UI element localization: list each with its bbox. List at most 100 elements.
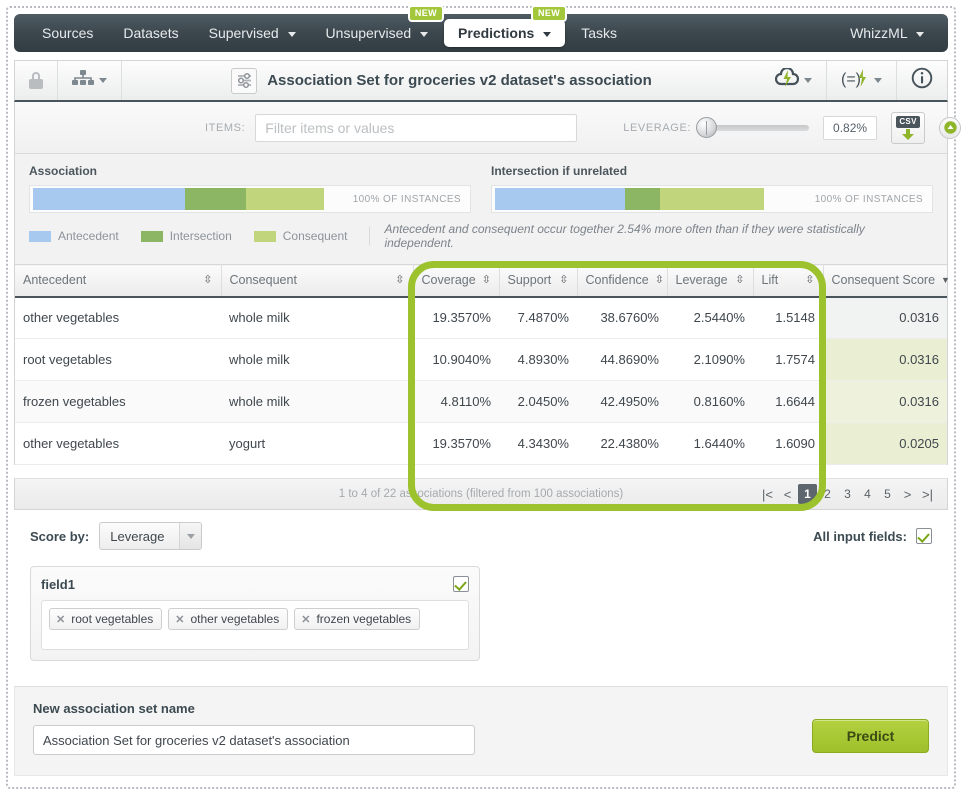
bar-segment-antecedent bbox=[33, 188, 185, 210]
nav-item-supervised[interactable]: Supervised bbox=[195, 19, 310, 47]
token[interactable]: ✕ root vegetables bbox=[49, 608, 163, 630]
col-header-support[interactable]: Support ⇳ bbox=[499, 264, 578, 298]
download-csv-button[interactable]: CSV bbox=[891, 111, 926, 144]
associations-table: Antecedent ⇳ Consequent ⇳ Coverage ⇳ Suppor… bbox=[15, 264, 950, 465]
col-header-consequent[interactable]: Consequent ⇳ bbox=[221, 264, 414, 298]
cell-lift: 1.6090 bbox=[753, 422, 823, 465]
page-last-button[interactable]: >| bbox=[918, 484, 937, 504]
cell-leverage: 0.8160% bbox=[667, 380, 753, 423]
sort-both-icon: ⇳ bbox=[395, 273, 405, 286]
table-footer: 1 to 4 of 22 associations (filtered from… bbox=[14, 478, 948, 510]
table-row[interactable]: other vegetables whole milk 19.3570% 7.4… bbox=[15, 296, 947, 339]
top-navbar: Sources Datasets Supervised Unsupervised… bbox=[14, 5, 948, 52]
cell-consequent: yogurt bbox=[221, 422, 413, 465]
remove-token-icon[interactable]: ✕ bbox=[301, 613, 310, 626]
legend-label: Antecedent bbox=[58, 229, 119, 243]
resource-tree-button[interactable] bbox=[58, 61, 122, 100]
filter-toolbar: ITEMS: LEVERAGE: 0.82% CSV bbox=[14, 102, 962, 154]
title-group: Association Set for groceries v2 dataset… bbox=[122, 67, 761, 94]
cell-confidence: 42.4950% bbox=[577, 380, 667, 423]
field-token-area[interactable]: ✕ root vegetables ✕ other vegetables ✕ f… bbox=[41, 600, 469, 650]
new-badge: NEW bbox=[407, 5, 445, 22]
nav-item-whizzml[interactable]: WhizzML bbox=[836, 19, 938, 47]
table-row[interactable]: other vegetables yogurt 19.3570% 4.3430%… bbox=[15, 422, 947, 465]
col-header-antecedent[interactable]: Antecedent ⇳ bbox=[15, 264, 222, 298]
page-prev-button[interactable]: < bbox=[778, 484, 797, 504]
col-label: Antecedent bbox=[23, 273, 87, 288]
page-first-button[interactable]: |< bbox=[758, 484, 777, 504]
cloud-action-button[interactable] bbox=[761, 61, 827, 100]
filter-items-input[interactable] bbox=[255, 113, 578, 142]
page-next-button[interactable]: > bbox=[898, 484, 917, 504]
col-label: Coverage bbox=[421, 273, 476, 288]
remove-token-icon[interactable]: ✕ bbox=[56, 613, 65, 626]
nav-label: Tasks bbox=[581, 25, 617, 41]
chevron-down-icon bbox=[99, 78, 107, 83]
cell-consequent-score: 0.0316 bbox=[823, 296, 947, 339]
field-box: field1 ✕ root vegetables ✕ other vegetab… bbox=[30, 566, 480, 661]
col-label: Leverage bbox=[675, 273, 728, 288]
cell-antecedent: root vegetables bbox=[15, 338, 221, 381]
privacy-lock-button[interactable] bbox=[15, 61, 58, 100]
table-body: other vegetables whole milk 19.3570% 7.4… bbox=[15, 296, 947, 465]
page-button-4[interactable]: 4 bbox=[858, 484, 877, 504]
collapse-up-icon bbox=[943, 121, 957, 134]
nav-item-predictions[interactable]: Predictions NEW bbox=[444, 5, 568, 47]
collapse-panel-button[interactable] bbox=[939, 116, 962, 139]
col-label: Consequent bbox=[229, 273, 297, 288]
association-bar-note: 100% OF INSTANCES bbox=[352, 193, 461, 205]
col-label: Support bbox=[507, 273, 552, 288]
page-button-1[interactable]: 1 bbox=[798, 484, 817, 504]
nav-label: Unsupervised bbox=[325, 25, 412, 41]
token[interactable]: ✕ frozen vegetables bbox=[294, 608, 421, 630]
score-by-row: Score by: Leverage bbox=[14, 510, 948, 550]
legend-swatch bbox=[29, 230, 51, 242]
col-header-consequent-score[interactable]: Consequent Score ▼ bbox=[823, 264, 950, 298]
col-header-leverage[interactable]: Leverage ⇳ bbox=[667, 264, 754, 298]
nav-item-unsupervised[interactable]: Unsupervised NEW bbox=[312, 5, 445, 47]
cell-confidence: 44.8690% bbox=[577, 338, 667, 381]
sort-both-icon: ⇳ bbox=[481, 273, 491, 286]
summary-columns: Association 100% OF INSTANCES Intersecti… bbox=[15, 154, 947, 213]
all-input-fields-checkbox[interactable] bbox=[916, 528, 932, 544]
col-header-lift[interactable]: Lift ⇳ bbox=[753, 264, 824, 298]
col-header-confidence[interactable]: Confidence ⇳ bbox=[577, 264, 668, 298]
nav-label: Supervised bbox=[208, 25, 279, 41]
table-header-row: Antecedent ⇳ Consequent ⇳ Coverage ⇳ Suppor… bbox=[15, 264, 950, 298]
cell-confidence: 38.6760% bbox=[577, 296, 667, 339]
sort-both-icon: ⇳ bbox=[559, 273, 569, 286]
intersection-bar: 100% OF INSTANCES bbox=[491, 185, 933, 213]
score-by-select[interactable]: Leverage bbox=[99, 522, 203, 550]
leverage-slider[interactable] bbox=[696, 116, 810, 138]
association-bar: 100% OF INSTANCES bbox=[29, 185, 471, 213]
legend-item-intersection: Intersection bbox=[140, 229, 232, 243]
nav-label: WhizzML bbox=[850, 25, 908, 41]
cell-lift: 1.5148 bbox=[753, 296, 823, 339]
token[interactable]: ✕ other vegetables bbox=[168, 608, 289, 630]
col-header-coverage[interactable]: Coverage ⇳ bbox=[413, 264, 500, 298]
nav-item-sources[interactable]: Sources bbox=[28, 19, 107, 47]
new-association-set-name-input[interactable] bbox=[33, 725, 475, 755]
leverage-label: LEVERAGE: bbox=[623, 121, 692, 134]
nav-item-tasks[interactable]: Tasks bbox=[567, 19, 631, 47]
page-button-5[interactable]: 5 bbox=[878, 484, 897, 504]
page-button-3[interactable]: 3 bbox=[838, 484, 857, 504]
info-button[interactable] bbox=[897, 61, 947, 100]
nav-item-datasets[interactable]: Datasets bbox=[109, 19, 192, 47]
table-row[interactable]: root vegetables whole milk 10.9040% 4.89… bbox=[15, 338, 947, 381]
chevron-down-icon bbox=[874, 78, 882, 83]
evaluate-button[interactable]: (=) bbox=[827, 61, 897, 100]
table-row[interactable]: frozen vegetables whole milk 4.8110% 2.0… bbox=[15, 380, 947, 423]
cell-leverage: 2.1090% bbox=[667, 338, 753, 381]
legend-swatch bbox=[253, 230, 276, 242]
page-button-2[interactable]: 2 bbox=[818, 484, 837, 504]
leverage-slider-handle[interactable] bbox=[696, 116, 718, 138]
bar-segment-consequent bbox=[245, 188, 324, 210]
field-checkbox[interactable] bbox=[453, 576, 469, 592]
cell-consequent: whole milk bbox=[221, 380, 413, 423]
chevron-down-icon bbox=[287, 31, 296, 37]
predict-button-label: Predict bbox=[846, 728, 895, 744]
remove-token-icon[interactable]: ✕ bbox=[175, 613, 184, 626]
predict-button[interactable]: Predict bbox=[812, 719, 929, 753]
sort-desc-icon: ▼ bbox=[941, 274, 950, 285]
